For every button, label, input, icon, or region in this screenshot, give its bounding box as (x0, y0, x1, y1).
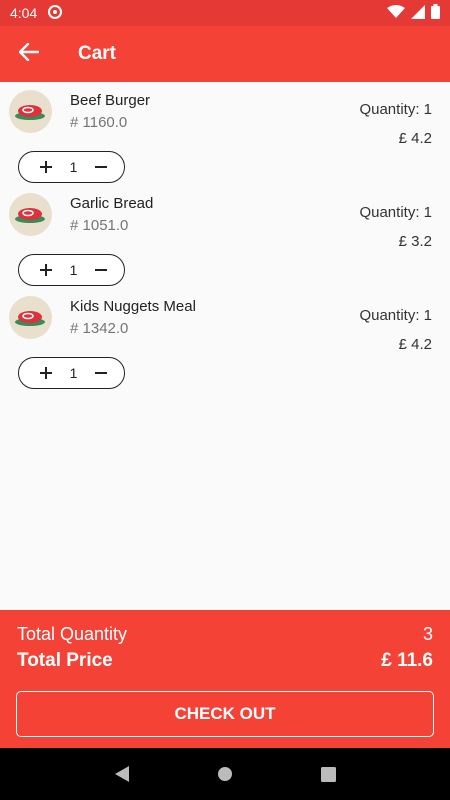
back-button[interactable] (0, 26, 58, 82)
item-name: Beef Burger (70, 92, 151, 109)
list-item: Garlic Bread # 1051.0 Quantity: 1 £ 3.2 … (0, 185, 450, 288)
notification-icon (47, 4, 63, 23)
nav-recents-icon[interactable] (308, 754, 348, 794)
item-quantity: Quantity: 1 (359, 204, 432, 221)
total-price-value: £ 11.6 (381, 650, 433, 671)
app-bar: Cart (0, 26, 450, 82)
stepper-value: 1 (69, 365, 78, 381)
signal-icon (411, 4, 425, 22)
total-price-row: Total Price £ 11.6 (17, 650, 433, 672)
battery-icon (431, 4, 440, 22)
item-quantity: Quantity: 1 (359, 101, 432, 118)
status-bar: 4:04 (0, 0, 450, 26)
quantity-stepper: 1 (18, 357, 125, 389)
item-price: £ 4.2 (398, 130, 432, 147)
item-name: Kids Nuggets Meal (70, 298, 196, 315)
checkout-button[interactable]: CHECK OUT (16, 691, 434, 737)
status-time: 4:04 (10, 5, 38, 21)
item-quantity: Quantity: 1 (359, 307, 432, 324)
steak-icon (9, 296, 52, 339)
total-quantity-label: Total Quantity (17, 624, 128, 644)
stepper-value: 1 (69, 159, 78, 175)
wifi-icon (387, 4, 405, 22)
page-title: Cart (78, 43, 117, 64)
total-quantity-row: Total Quantity 3 (17, 624, 433, 645)
total-quantity-value: 3 (422, 624, 433, 644)
steak-icon (9, 90, 52, 133)
steak-icon (9, 193, 52, 236)
item-code: # 1342.0 (70, 320, 129, 337)
plus-icon[interactable] (37, 364, 55, 382)
stepper-value: 1 (69, 262, 78, 278)
back-arrow-icon (18, 42, 40, 66)
minus-icon[interactable] (92, 261, 110, 279)
item-name: Garlic Bread (70, 195, 154, 212)
item-code: # 1051.0 (70, 217, 129, 234)
item-price: £ 3.2 (398, 233, 432, 250)
total-price-label: Total Price (17, 650, 113, 671)
cart-summary: Total Quantity 3 Total Price £ 11.6 CHEC… (0, 610, 450, 748)
cart-list: Beef Burger # 1160.0 Quantity: 1 £ 4.2 1… (0, 82, 450, 391)
minus-icon[interactable] (92, 364, 110, 382)
system-nav-bar (0, 748, 450, 800)
quantity-stepper: 1 (18, 151, 125, 183)
plus-icon[interactable] (37, 158, 55, 176)
nav-home-icon[interactable] (205, 754, 245, 794)
nav-back-icon[interactable] (102, 754, 142, 794)
item-code: # 1160.0 (70, 114, 128, 131)
list-item: Beef Burger # 1160.0 Quantity: 1 £ 4.2 1 (0, 82, 450, 185)
minus-icon[interactable] (92, 158, 110, 176)
item-price: £ 4.2 (398, 336, 432, 353)
list-item: Kids Nuggets Meal # 1342.0 Quantity: 1 £… (0, 288, 450, 391)
plus-icon[interactable] (37, 261, 55, 279)
quantity-stepper: 1 (18, 254, 125, 286)
